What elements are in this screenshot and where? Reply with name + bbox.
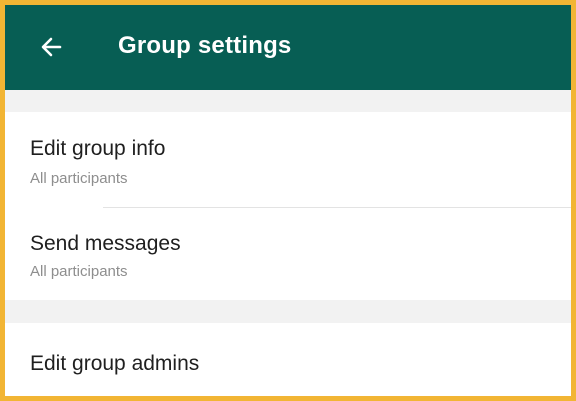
arrow-left-icon <box>40 36 62 63</box>
edit-group-info-item[interactable]: Edit group info All participants <box>5 112 571 207</box>
edit-group-info-label: Edit group info <box>30 137 166 160</box>
section-spacer <box>5 90 571 112</box>
app-toolbar: Group settings <box>5 5 571 90</box>
section-spacer <box>5 300 571 323</box>
send-messages-label: Send messages <box>30 232 181 255</box>
send-messages-value: All participants <box>30 263 128 280</box>
screenshot-frame: Group settings Edit group info All parti… <box>0 0 576 401</box>
edit-group-admins-item[interactable]: Edit group admins <box>5 323 571 396</box>
edit-group-admins-label: Edit group admins <box>30 352 200 375</box>
edit-group-info-value: All participants <box>30 170 128 187</box>
back-button[interactable] <box>29 27 73 71</box>
send-messages-item[interactable]: Send messages All participants <box>5 208 571 300</box>
page-title: Group settings <box>118 32 292 59</box>
